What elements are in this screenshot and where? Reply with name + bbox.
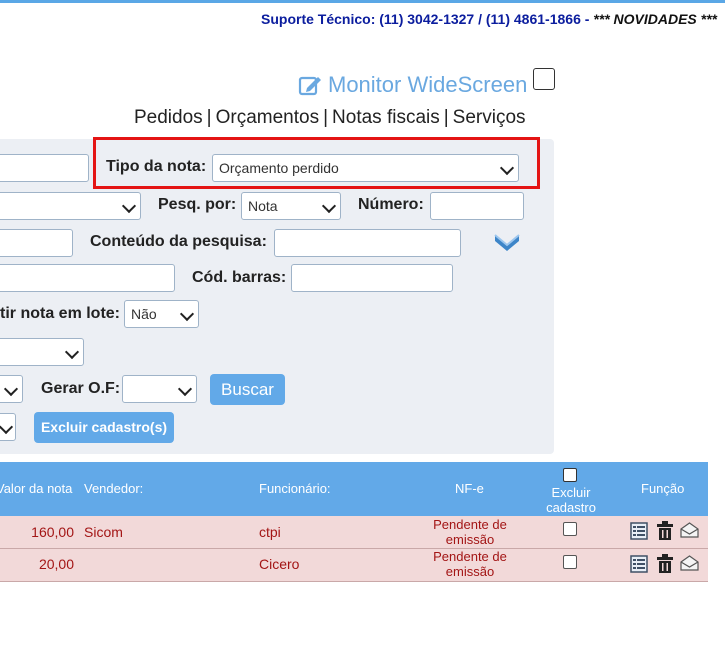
select-all-checkbox[interactable]	[563, 468, 577, 482]
lote-value: Não	[131, 306, 157, 322]
table-row: 160,00 Sicom ctpi Pendente de emissão	[0, 516, 708, 549]
trash-icon[interactable]	[656, 554, 674, 574]
chevron-down-icon	[3, 381, 19, 397]
details-icon[interactable]	[630, 555, 648, 573]
text-input[interactable]	[0, 264, 175, 292]
filter-select[interactable]	[0, 192, 141, 220]
gerar-of-select[interactable]	[122, 375, 197, 403]
cell-funcionario: ctpi	[259, 524, 281, 540]
col-funcionario-header: Funcionário:	[259, 481, 331, 496]
nav-separator: |	[443, 107, 449, 128]
email-icon[interactable]	[680, 522, 699, 538]
chevron-down-icon	[64, 344, 80, 360]
col-vendedor-header: Vendedor:	[84, 481, 144, 496]
col-valor-header: Valor da nota	[0, 481, 73, 496]
cell-valor: 20,00	[38, 556, 74, 572]
cell-nfe-status: Pendente de emissão	[433, 549, 507, 579]
col-excluir-header: Excluir cadastro	[546, 485, 596, 515]
row-select-checkbox[interactable]	[563, 522, 577, 536]
lote-label: tir nota em lote:	[0, 305, 121, 322]
cell-nfe-status: Pendente de emissão	[433, 517, 507, 547]
numero-label: Número:	[358, 196, 424, 213]
filter-select[interactable]	[0, 375, 23, 403]
nav-separator: |	[206, 107, 212, 128]
excluir-cadastros-button[interactable]: Excluir cadastro(s)	[34, 412, 174, 443]
conteudo-label: Conteúdo da pesquisa:	[90, 233, 267, 250]
cod-barras-input[interactable]	[291, 264, 453, 292]
table-header: Valor da nota Vendedor: Funcionário: NF-…	[0, 462, 708, 516]
chevron-down-icon	[121, 198, 137, 214]
gerar-of-label: Gerar O.F:	[41, 380, 121, 397]
monitor-label: Monitor WideScreen	[328, 72, 528, 97]
lote-select[interactable]: Não	[124, 300, 199, 328]
support-text: Suporte Técnico: (11) 3042-1327 / (11) 4…	[261, 11, 594, 27]
cell-vendedor: Sicom	[84, 524, 123, 540]
details-icon[interactable]	[630, 522, 648, 540]
nav-pedidos[interactable]: Pedidos	[134, 107, 203, 128]
cell-valor: 160,00	[31, 524, 74, 540]
novidades-link[interactable]: *** NOVIDADES ***	[593, 11, 717, 27]
date-input[interactable]	[0, 154, 89, 182]
pesq-por-label: Pesq. por:	[158, 196, 237, 213]
cod-barras-label: Cód. barras:	[192, 269, 287, 286]
edit-icon	[298, 76, 321, 96]
chevron-down-icon	[0, 419, 14, 435]
numero-input[interactable]	[430, 192, 524, 220]
support-info: Suporte Técnico: (11) 3042-1327 / (11) 4…	[261, 11, 717, 27]
monitor-widescreen-checkbox[interactable]	[533, 68, 556, 90]
trash-icon[interactable]	[656, 521, 674, 541]
chevron-down-icon	[321, 198, 337, 214]
monitor-widescreen[interactable]: Monitor WideScreen	[298, 68, 556, 98]
col-nfe-header: NF-e	[455, 481, 484, 496]
table-row: 20,00 Cicero Pendente de emissão	[0, 549, 708, 582]
buscar-button[interactable]: Buscar	[210, 374, 285, 405]
conteudo-input[interactable]	[274, 229, 461, 257]
nav-servicos[interactable]: Serviços	[453, 107, 526, 128]
row-select-checkbox[interactable]	[563, 555, 577, 569]
main-nav: Pedidos | Orçamentos | Notas fiscais | Serviço…	[134, 107, 526, 129]
pesq-por-select[interactable]: Nota	[241, 192, 341, 220]
chevron-down-icon	[177, 381, 193, 397]
nav-notas-fiscais[interactable]: Notas fiscais	[332, 107, 440, 128]
date-input[interactable]	[0, 229, 73, 257]
pesq-por-value: Nota	[248, 198, 278, 214]
cell-funcionario: Cicero	[259, 556, 300, 572]
expand-chevron-icon[interactable]	[493, 232, 521, 254]
nav-separator: |	[323, 107, 329, 128]
email-icon[interactable]	[680, 555, 699, 571]
filter-select[interactable]	[0, 413, 16, 441]
top-accent-line	[0, 0, 725, 3]
filter-select[interactable]	[0, 338, 84, 366]
highlight-box	[93, 137, 540, 189]
col-funcao-header: Função	[641, 481, 685, 496]
chevron-down-icon	[179, 306, 195, 322]
nav-orcamentos[interactable]: Orçamentos	[216, 107, 319, 128]
